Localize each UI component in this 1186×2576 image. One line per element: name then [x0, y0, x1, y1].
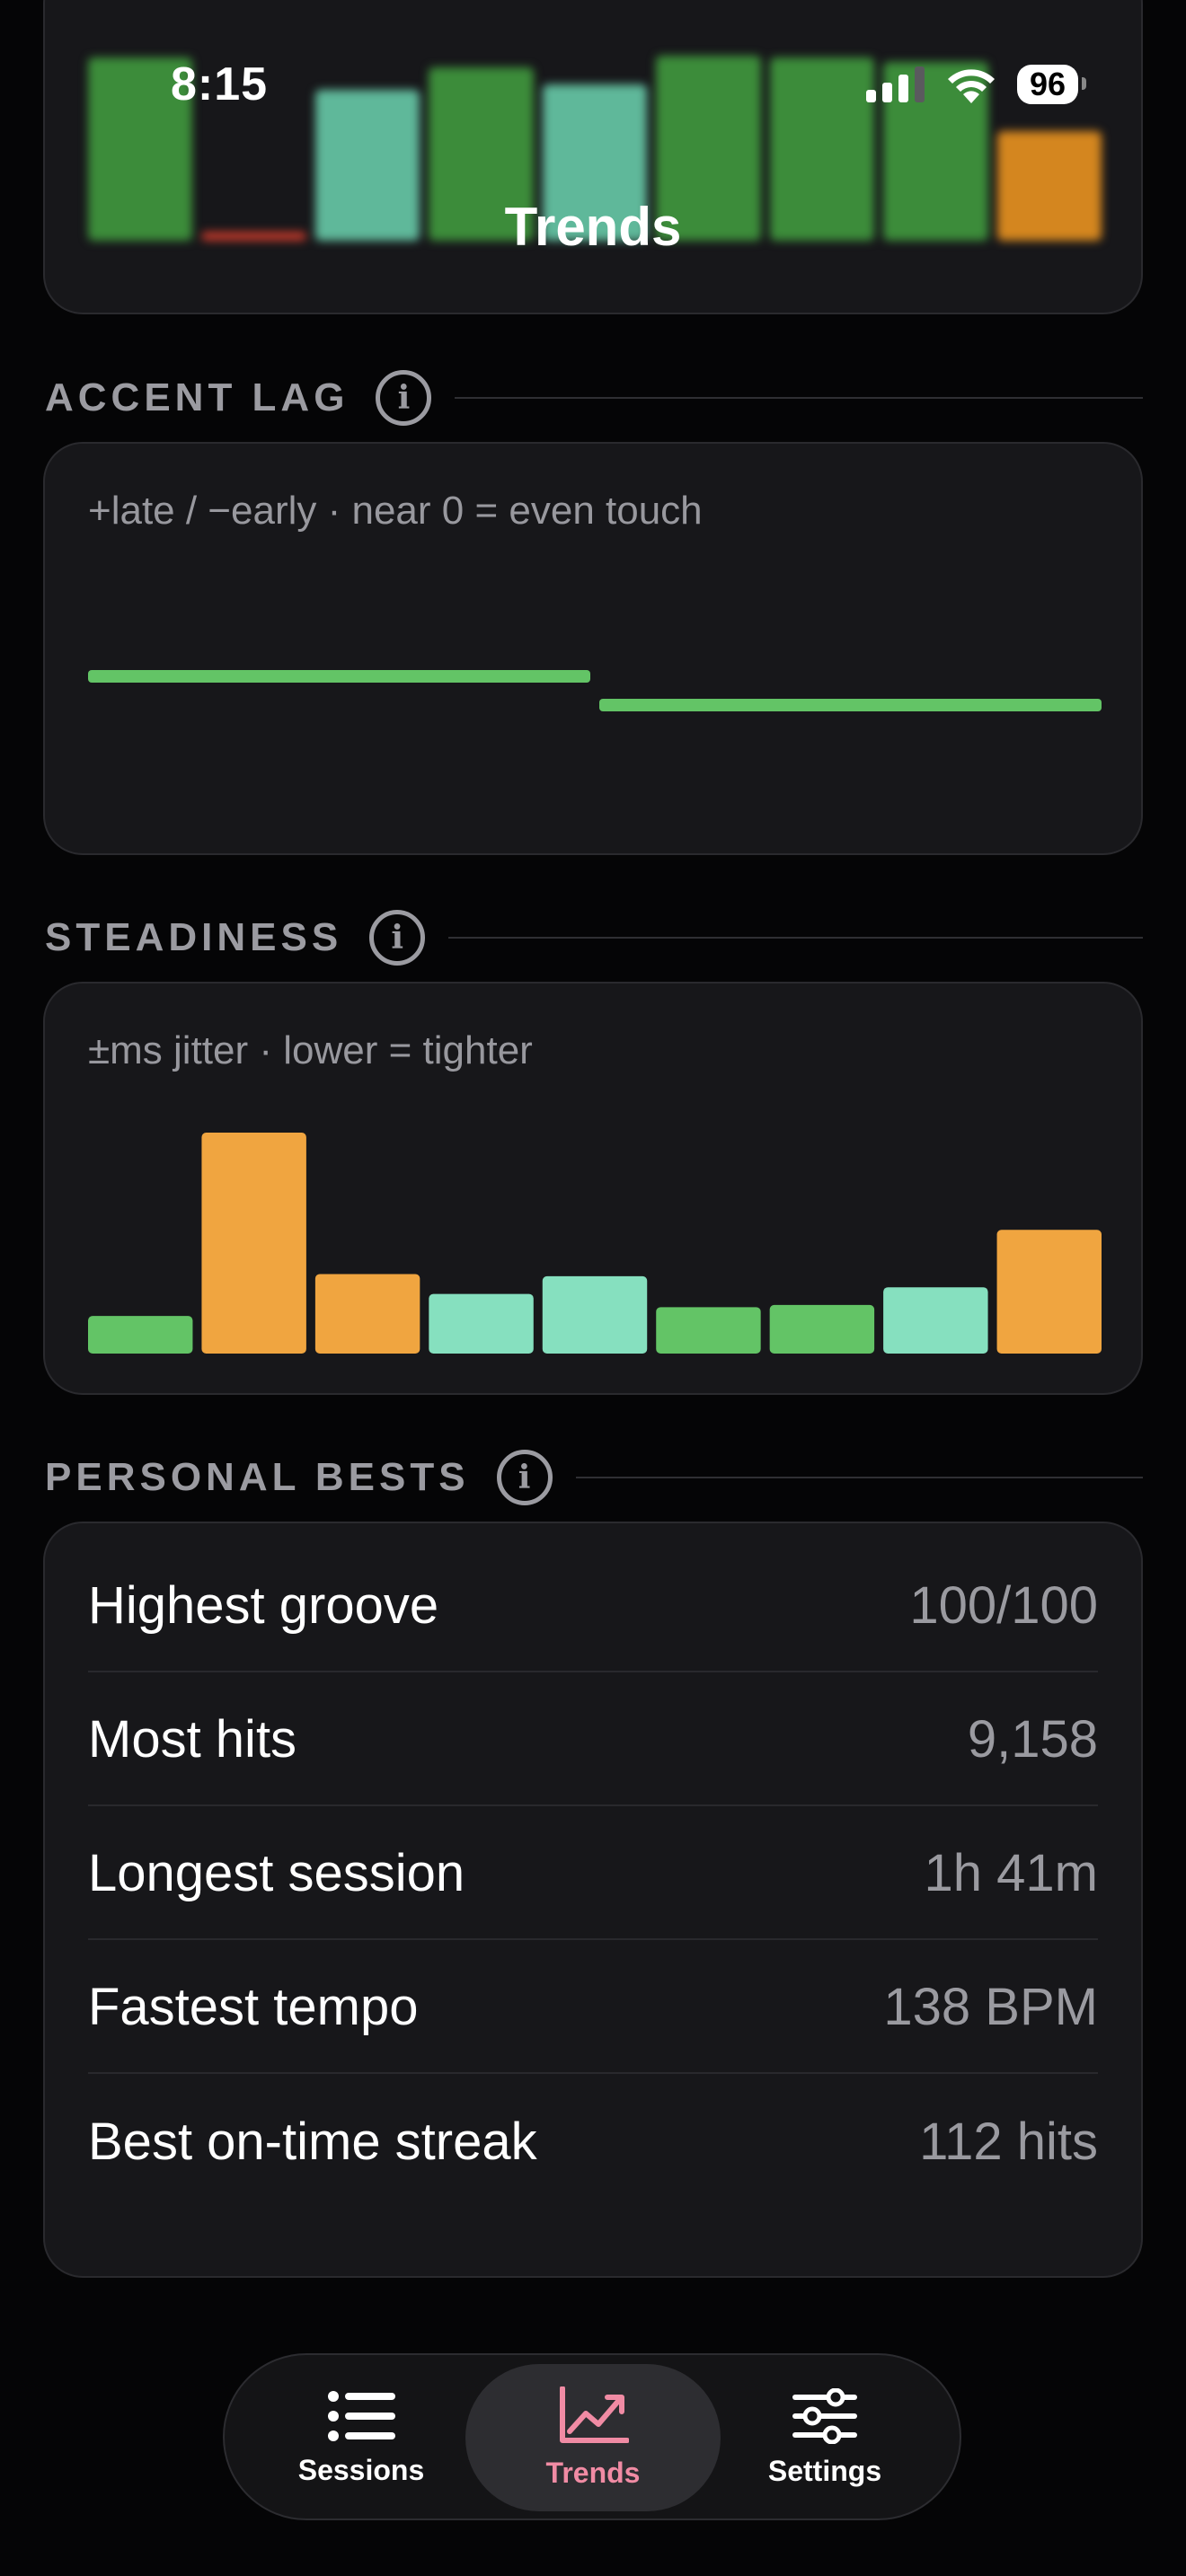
divider: [455, 397, 1143, 399]
jitter-bar: [542, 1275, 648, 1354]
best-value: 100/100: [909, 1575, 1098, 1635]
lag-segment: [88, 670, 590, 683]
personal-bests-header: PERSONAL BESTS i: [45, 1446, 1143, 1509]
tab-sessions[interactable]: Sessions: [234, 2364, 489, 2511]
jitter-bar: [88, 1316, 193, 1354]
status-icons: 96: [865, 65, 1087, 104]
list-item: Most hits 9,158: [88, 1673, 1098, 1806]
info-icon[interactable]: i: [496, 1450, 553, 1505]
list-item: Highest groove 100/100: [88, 1539, 1098, 1672]
status-time: 8:15: [171, 58, 269, 110]
best-label: Best on-time streak: [88, 2112, 537, 2171]
personal-bests-card: Highest groove 100/100 Most hits 9,158 L…: [43, 1522, 1143, 2278]
best-value: 138 BPM: [883, 1977, 1098, 2036]
info-icon[interactable]: i: [369, 910, 426, 966]
list-item: Best on-time streak 112 hits: [88, 2075, 1098, 2208]
info-icon[interactable]: i: [376, 370, 432, 426]
jitter-bar: [769, 1304, 875, 1354]
jitter-bar: [656, 1307, 761, 1354]
lag-segment: [599, 699, 1102, 711]
section-title: STEADINESS: [45, 915, 343, 959]
steadiness-header: STEADINESS i: [45, 906, 1143, 969]
page-title: Trends: [504, 197, 682, 257]
jitter-bar: [883, 1287, 988, 1354]
jitter-bar: [201, 1133, 306, 1354]
tab-label: Trends: [545, 2456, 641, 2489]
divider: [575, 1477, 1143, 1478]
list-icon: [328, 2390, 395, 2441]
section-title: PERSONAL BESTS: [45, 1455, 470, 1499]
best-value: 1h 41m: [924, 1843, 1098, 1902]
steadiness-card: ±ms jitter · lower = tighter: [43, 982, 1143, 1395]
best-label: Fastest tempo: [88, 1977, 419, 2036]
battery-indicator: 96: [1016, 65, 1087, 104]
divider: [448, 937, 1143, 939]
accent-lag-card: +late / −early · near 0 = even touch: [43, 442, 1143, 855]
accent-lag-chart: [88, 670, 1102, 711]
best-label: Highest groove: [88, 1575, 439, 1635]
list-item: Longest session 1h 41m: [88, 1807, 1098, 1940]
best-value: 9,158: [967, 1709, 1098, 1769]
chart-icon: [560, 2386, 629, 2443]
steadiness-chart: [88, 1133, 1102, 1354]
tab-bar: Sessions Trends Settings: [223, 2353, 961, 2520]
tab-trends[interactable]: Trends: [465, 2364, 721, 2511]
best-value: 112 hits: [919, 2112, 1098, 2171]
jitter-bar: [996, 1230, 1102, 1354]
cellular-signal-icon: [865, 66, 925, 102]
tab-label: Sessions: [297, 2453, 425, 2486]
groove-chart-card: [43, 0, 1143, 314]
best-label: Longest session: [88, 1843, 465, 1902]
tab-settings[interactable]: Settings: [697, 2364, 952, 2511]
best-label: Most hits: [88, 1709, 297, 1769]
list-item: Fastest tempo 138 BPM: [88, 1941, 1098, 2074]
jitter-bar: [314, 1274, 420, 1354]
tab-label: Settings: [767, 2454, 882, 2487]
accent-lag-header: ACCENT LAG i: [45, 366, 1143, 429]
wifi-icon: [947, 69, 995, 103]
jitter-bar: [429, 1293, 534, 1354]
sliders-icon: [792, 2387, 857, 2444]
section-title: ACCENT LAG: [45, 375, 350, 419]
